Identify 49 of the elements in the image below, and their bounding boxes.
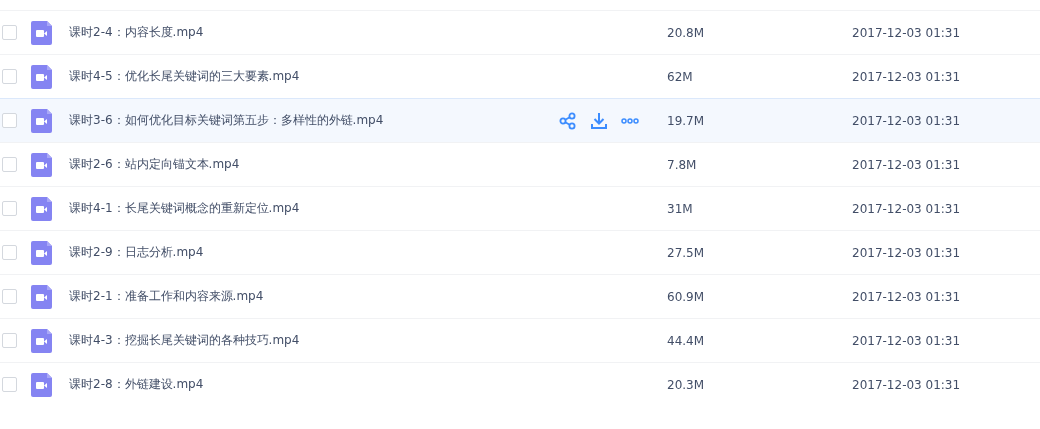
modified-date: 2017-12-03 01:31 (852, 333, 961, 348)
more-button[interactable] (621, 117, 639, 124)
modified-date: 2017-12-03 01:31 (852, 289, 961, 304)
video-file-icon (31, 20, 52, 45)
file-size: 7.8M (667, 157, 698, 172)
video-file-icon (31, 240, 52, 265)
file-size: 31M (667, 201, 694, 216)
video-file-icon (31, 108, 52, 133)
file-size: 62M (667, 69, 694, 84)
video-file-icon (31, 196, 52, 221)
file-name[interactable]: 课时2-8：外链建设.mp4 (69, 376, 559, 393)
checkbox[interactable] (2, 201, 17, 216)
file-size: 20.8M (667, 25, 706, 40)
file-row[interactable]: 课时3-6：如何优化目标关键词第五步：多样性的外链.mp4 19.7M 2017-12-03 01:31 (0, 98, 1040, 143)
checkbox[interactable] (2, 245, 17, 260)
file-size: 20.3M (667, 377, 706, 392)
checkbox[interactable] (2, 69, 17, 84)
video-file-icon (31, 64, 52, 89)
file-name[interactable]: 课时3-6：如何优化目标关键词第五步：多样性的外链.mp4 (69, 112, 559, 129)
checkbox[interactable] (2, 289, 17, 304)
file-name[interactable]: 课时2-1：准备工作和内容来源.mp4 (69, 288, 559, 305)
checkbox[interactable] (2, 377, 17, 392)
checkbox[interactable] (2, 25, 17, 40)
file-name[interactable]: 课时2-9：日志分析.mp4 (69, 244, 559, 261)
file-name[interactable]: 课时4-5：优化长尾关键词的三大要素.mp4 (69, 68, 559, 85)
share-button[interactable] (559, 111, 577, 130)
modified-date: 2017-12-03 01:31 (852, 245, 961, 260)
video-file-icon (31, 328, 52, 353)
file-size: 27.5M (667, 245, 706, 260)
modified-date: 2017-12-03 01:31 (852, 25, 961, 40)
checkbox[interactable] (2, 113, 17, 128)
file-name[interactable]: 课时2-4：内容长度.mp4 (69, 24, 559, 41)
file-size: 19.7M (667, 113, 706, 128)
file-name[interactable]: 课时2-6：站内定向锚文本.mp4 (69, 156, 559, 173)
file-size: 44.4M (667, 333, 706, 348)
modified-date: 2017-12-03 01:31 (852, 201, 961, 216)
file-name[interactable]: 课时4-1：长尾关键词概念的重新定位.mp4 (69, 200, 559, 217)
modified-date: 2017-12-03 01:31 (852, 377, 961, 392)
file-size: 60.9M (667, 289, 706, 304)
modified-date: 2017-12-03 01:31 (852, 157, 961, 172)
checkbox[interactable] (2, 333, 17, 348)
modified-date: 2017-12-03 01:31 (852, 113, 961, 128)
modified-date: 2017-12-03 01:31 (852, 69, 961, 84)
download-button[interactable] (590, 111, 608, 130)
video-file-icon (31, 152, 52, 177)
video-file-icon (31, 284, 52, 309)
file-name[interactable]: 课时4-3：挖掘长尾关键词的各种技巧.mp4 (69, 332, 559, 349)
video-file-icon (31, 372, 52, 397)
checkbox[interactable] (2, 157, 17, 172)
